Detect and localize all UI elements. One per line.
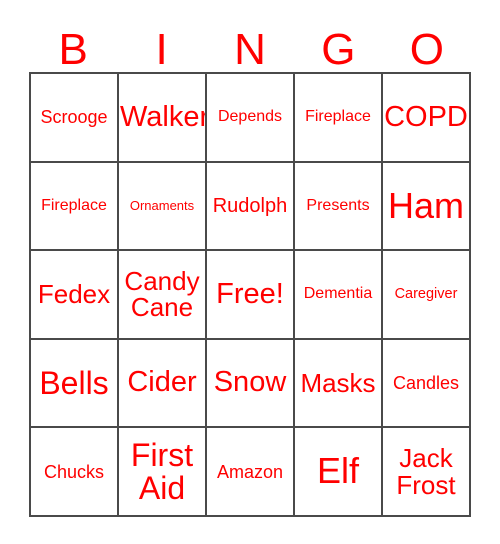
header-column-i: I	[117, 14, 205, 72]
header-column-g: G	[294, 14, 382, 72]
bingo-cell[interactable]: Chucks	[31, 428, 119, 517]
bingo-cell-label: Snow	[213, 366, 287, 399]
bingo-grid: Scrooge Walker Depends Fireplace COPD Firepla…	[29, 72, 471, 517]
bingo-cell[interactable]: Depends	[207, 74, 295, 163]
bingo-cell[interactable]: Presents	[295, 162, 383, 252]
header-letter-g: G	[321, 25, 356, 74]
bingo-header: B I N G O	[29, 14, 471, 72]
bingo-cell-label: Elf	[316, 450, 359, 492]
bingo-cell[interactable]: Fireplace	[295, 74, 383, 163]
bingo-cell[interactable]: Walker	[119, 74, 207, 163]
bingo-cell-label: COPD	[384, 100, 468, 133]
header-letter-n: N	[234, 25, 266, 74]
bingo-cell[interactable]: Jack Frost	[383, 428, 471, 517]
bingo-card: B I N G O Scrooge Walker Depends Fireplace C…	[0, 0, 500, 544]
header-letter-o: O	[409, 25, 444, 74]
bingo-cell-label: Depends	[217, 108, 283, 126]
bingo-cell-label: First Aid	[130, 437, 194, 506]
bingo-cell[interactable]: Ham	[383, 162, 471, 252]
bingo-cell-label: Candy Cane	[124, 265, 200, 323]
bingo-cell[interactable]: Amazon	[207, 428, 295, 517]
bingo-cell-label: Cider	[127, 366, 197, 399]
bingo-cell-label: Dementia	[303, 285, 373, 303]
bingo-cell[interactable]: Snow	[207, 339, 295, 429]
bingo-cell-label: Fedex	[37, 279, 111, 310]
bingo-cell-label: Candles	[392, 372, 460, 393]
bingo-cell-label: Scrooge	[40, 107, 108, 128]
bingo-cell-label: Amazon	[216, 461, 284, 482]
bingo-cell-label: Free!	[216, 277, 284, 310]
header-letter-i: I	[155, 25, 168, 74]
bingo-cell-label: Ornaments	[129, 198, 195, 214]
bingo-cell[interactable]: COPD	[383, 74, 471, 163]
bingo-cell-label: Presents	[306, 196, 370, 214]
bingo-cell[interactable]: Ornaments	[119, 162, 207, 252]
header-column-o: O	[383, 14, 471, 72]
bingo-cell[interactable]: Scrooge	[31, 74, 119, 163]
bingo-free-space-cell[interactable]: Free!	[207, 251, 295, 340]
bingo-cell-label: Chucks	[43, 461, 105, 482]
header-letter-b: B	[58, 25, 88, 74]
bingo-cell[interactable]: Candles	[383, 339, 471, 429]
bingo-cell-label: Jack Frost	[396, 443, 456, 500]
bingo-cell[interactable]: Fedex	[31, 251, 119, 340]
bingo-cell[interactable]: Candy Cane	[119, 251, 207, 340]
bingo-cell[interactable]: Rudolph	[207, 162, 295, 252]
bingo-cell[interactable]: Elf	[295, 428, 383, 517]
bingo-cell-label: Bells	[39, 364, 109, 401]
bingo-cell[interactable]: Masks	[295, 339, 383, 429]
bingo-cell-label: Masks	[300, 367, 376, 398]
bingo-cell[interactable]: Fireplace	[31, 162, 119, 252]
bingo-cell-label: Ham	[387, 184, 464, 226]
bingo-cell[interactable]: Dementia	[295, 251, 383, 340]
header-column-b: B	[29, 14, 117, 72]
bingo-cell[interactable]: Bells	[31, 339, 119, 429]
bingo-cell-label: Caregiver	[394, 286, 458, 303]
bingo-cell[interactable]: First Aid	[119, 428, 207, 517]
bingo-cell-label: Rudolph	[212, 194, 288, 217]
bingo-cell-label: Fireplace	[305, 108, 371, 126]
bingo-cell[interactable]: Caregiver	[383, 251, 471, 340]
bingo-cell-label: Fireplace	[41, 196, 107, 214]
bingo-cell-label: Walker	[120, 100, 207, 133]
header-column-n: N	[206, 14, 294, 72]
bingo-cell[interactable]: Cider	[119, 339, 207, 429]
